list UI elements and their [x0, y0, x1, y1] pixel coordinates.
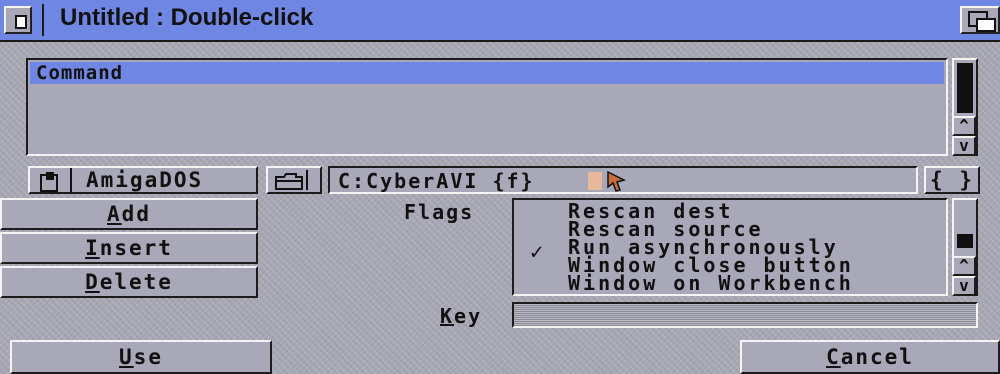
command-list[interactable]: Command	[26, 58, 948, 156]
use-label: se	[133, 345, 163, 369]
window-title: Untitled : Double-click	[60, 4, 314, 31]
scroll-up-button[interactable]: ^	[952, 256, 976, 276]
divider	[70, 168, 72, 192]
scroll-knob[interactable]	[957, 63, 973, 113]
insert-button[interactable]: Insert	[0, 232, 258, 264]
flags-label: Flags	[404, 200, 475, 224]
add-hotkey: A	[107, 202, 122, 226]
title-divider	[42, 4, 44, 36]
text-cursor	[588, 172, 602, 190]
divider	[306, 170, 308, 190]
scroll-down-button[interactable]: v	[952, 136, 976, 156]
chevron-down-icon: v	[959, 136, 969, 155]
chevron-down-icon: v	[959, 276, 969, 295]
delete-label: elete	[99, 270, 173, 294]
chevron-up-icon: ^	[959, 256, 969, 275]
scroll-knob[interactable]	[957, 234, 973, 248]
depth-front-icon	[976, 18, 996, 32]
scroll-down-button[interactable]: v	[952, 276, 976, 296]
scroll-up-button[interactable]: ^	[952, 116, 976, 136]
list-item[interactable]: Window on Workbench	[568, 273, 854, 293]
type-cycle-button[interactable]: AmigaDOS	[28, 166, 258, 194]
check-icon: ✓	[530, 240, 544, 265]
cycle-icon	[40, 172, 58, 192]
mouse-pointer-icon	[607, 170, 627, 192]
file-requester-button[interactable]	[266, 166, 322, 194]
delete-button[interactable]: Delete	[0, 266, 258, 298]
drawer-icon	[275, 173, 303, 190]
close-icon	[15, 15, 27, 29]
insert-label: nsert	[99, 236, 173, 260]
title-bar[interactable]: Untitled : Double-click	[0, 0, 1000, 42]
cancel-hotkey: C	[826, 345, 841, 369]
depth-gadget[interactable]	[960, 6, 1000, 34]
key-label-text: ey	[454, 304, 483, 328]
command-value: C:CyberAVI {f}	[338, 169, 535, 193]
list-item[interactable]: Command	[30, 62, 944, 84]
add-button[interactable]: Add	[0, 198, 258, 230]
add-label: dd	[121, 202, 151, 226]
chevron-up-icon: ^	[959, 116, 969, 135]
key-label: Key	[440, 304, 482, 328]
close-gadget[interactable]	[4, 6, 32, 34]
insert-hotkey: I	[85, 236, 100, 260]
use-hotkey: U	[119, 345, 134, 369]
arguments-button[interactable]: { }	[924, 166, 980, 194]
key-field[interactable]	[512, 302, 978, 328]
type-label: AmigaDOS	[86, 168, 204, 192]
cancel-label: ancel	[840, 345, 914, 369]
arguments-label: { }	[930, 168, 974, 192]
command-input[interactable]: C:CyberAVI {f}	[328, 166, 918, 194]
window: Untitled : Double-click Command ^ v Amig…	[0, 0, 1000, 374]
delete-hotkey: D	[85, 270, 100, 294]
cancel-button[interactable]: Cancel	[740, 340, 1000, 374]
key-hotkey: K	[440, 304, 455, 328]
command-list-scrollbar[interactable]: ^ v	[952, 58, 978, 156]
flags-scrollbar[interactable]: ^ v	[952, 198, 978, 296]
flags-list[interactable]: Rescan dest Rescan source ✓ Run asynchro…	[512, 198, 948, 296]
use-button[interactable]: Use	[10, 340, 272, 374]
